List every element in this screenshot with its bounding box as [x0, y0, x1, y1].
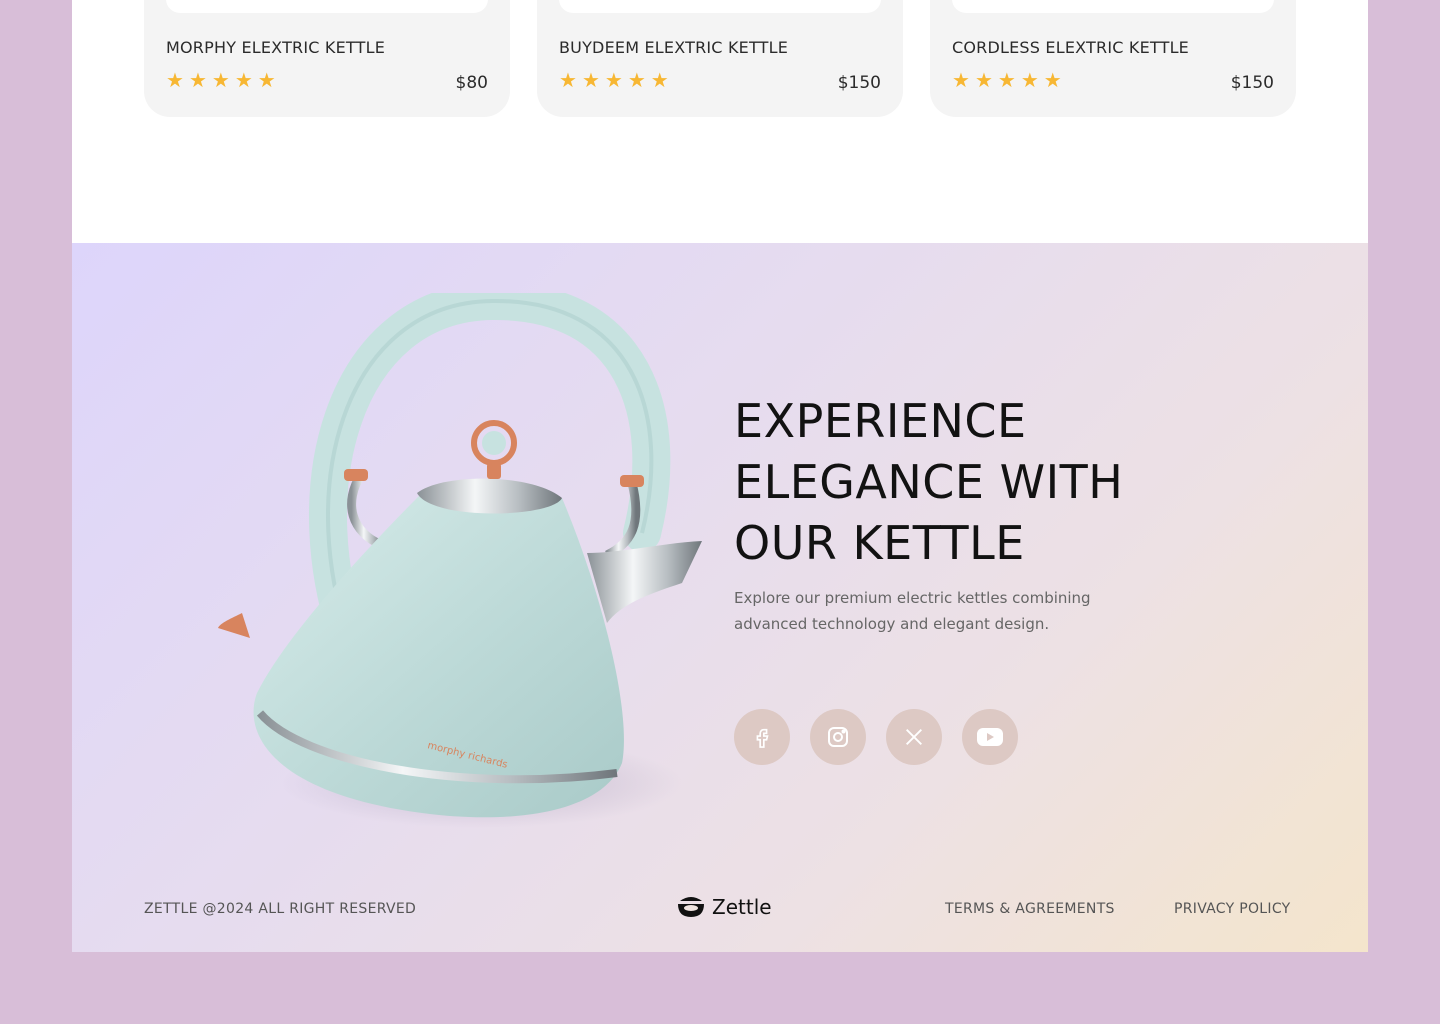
product-price: $80: [455, 73, 488, 93]
star-icon: ★: [952, 68, 970, 92]
page-frame: MORPHY ELEXTRIC KETTLE ★ ★ ★ ★ ★ $80 BUYDEEM…: [72, 0, 1368, 952]
star-icon: ★: [188, 68, 207, 92]
star-icon: ★: [581, 68, 600, 92]
star-icon: ★: [559, 68, 577, 92]
product-card[interactable]: MORPHY ELEXTRIC KETTLE ★ ★ ★ ★ ★ $80: [144, 0, 510, 117]
star-icon: ★: [234, 68, 253, 92]
privacy-link[interactable]: PRIVACY POLICY: [1174, 901, 1291, 917]
facebook-button[interactable]: [734, 709, 790, 765]
x-icon: [906, 729, 922, 745]
star-icon: ★: [974, 68, 993, 92]
logo-text: Zettle: [712, 895, 772, 919]
rating-stars: ★ ★ ★ ★ ★: [559, 70, 669, 90]
product-price: $150: [837, 73, 881, 93]
instagram-button[interactable]: [810, 709, 866, 765]
youtube-button[interactable]: [962, 709, 1018, 765]
star-icon: ★: [997, 68, 1016, 92]
star-icon: ★: [650, 68, 669, 92]
rating-stars: ★ ★ ★ ★ ★: [952, 70, 1062, 90]
headline-line: EXPERIENCE: [734, 394, 1027, 448]
star-icon: ★: [257, 68, 276, 92]
product-image: [952, 0, 1274, 13]
hero-description: Explore our premium electric kettles com…: [734, 589, 1091, 633]
terms-link[interactable]: TERMS & AGREEMENTS: [945, 901, 1115, 917]
product-card[interactable]: BUYDEEM ELEXTRIC KETTLE ★ ★ ★ ★ ★ $150: [537, 0, 903, 117]
star-icon: ★: [211, 68, 230, 92]
product-name: CORDLESS ELEXTRIC KETTLE: [952, 38, 1189, 57]
instagram-icon: [828, 727, 848, 747]
star-icon: ★: [627, 68, 646, 92]
product-section: MORPHY ELEXTRIC KETTLE ★ ★ ★ ★ ★ $80 BUYDEEM…: [72, 0, 1368, 243]
star-icon: ★: [1043, 68, 1062, 92]
product-image: [559, 0, 881, 13]
zettle-logo-icon: [678, 897, 704, 917]
star-icon: ★: [1020, 68, 1039, 92]
facebook-icon: [756, 728, 769, 748]
footer-logo[interactable]: Zettle: [676, 895, 772, 919]
x-button[interactable]: [886, 709, 942, 765]
star-icon: ★: [604, 68, 623, 92]
hero-headline: EXPERIENCE ELEGANCE WITH OUR KETTLE: [734, 391, 1123, 574]
product-card[interactable]: CORDLESS ELEXTRIC KETTLE ★ ★ ★ ★ ★ $150: [930, 0, 1296, 117]
product-price: $150: [1230, 73, 1274, 93]
headline-line: ELEGANCE WITH: [734, 455, 1124, 509]
rating-stars: ★ ★ ★ ★ ★: [166, 70, 276, 90]
youtube-icon: [977, 728, 1003, 746]
product-name: BUYDEEM ELEXTRIC KETTLE: [559, 38, 789, 57]
star-icon: ★: [166, 68, 184, 92]
product-image: [166, 0, 488, 13]
hero-section: morphy richards EXPERIENCE ELEGANCE WITH…: [72, 243, 1368, 952]
headline-line: OUR KETTLE: [734, 516, 1025, 570]
product-name: MORPHY ELEXTRIC KETTLE: [166, 38, 386, 57]
social-links: [734, 709, 1018, 765]
footer-copyright: ZETTLE @2024 ALL RIGHT RESERVED: [144, 901, 417, 917]
kettle-image: morphy richards: [212, 281, 712, 853]
